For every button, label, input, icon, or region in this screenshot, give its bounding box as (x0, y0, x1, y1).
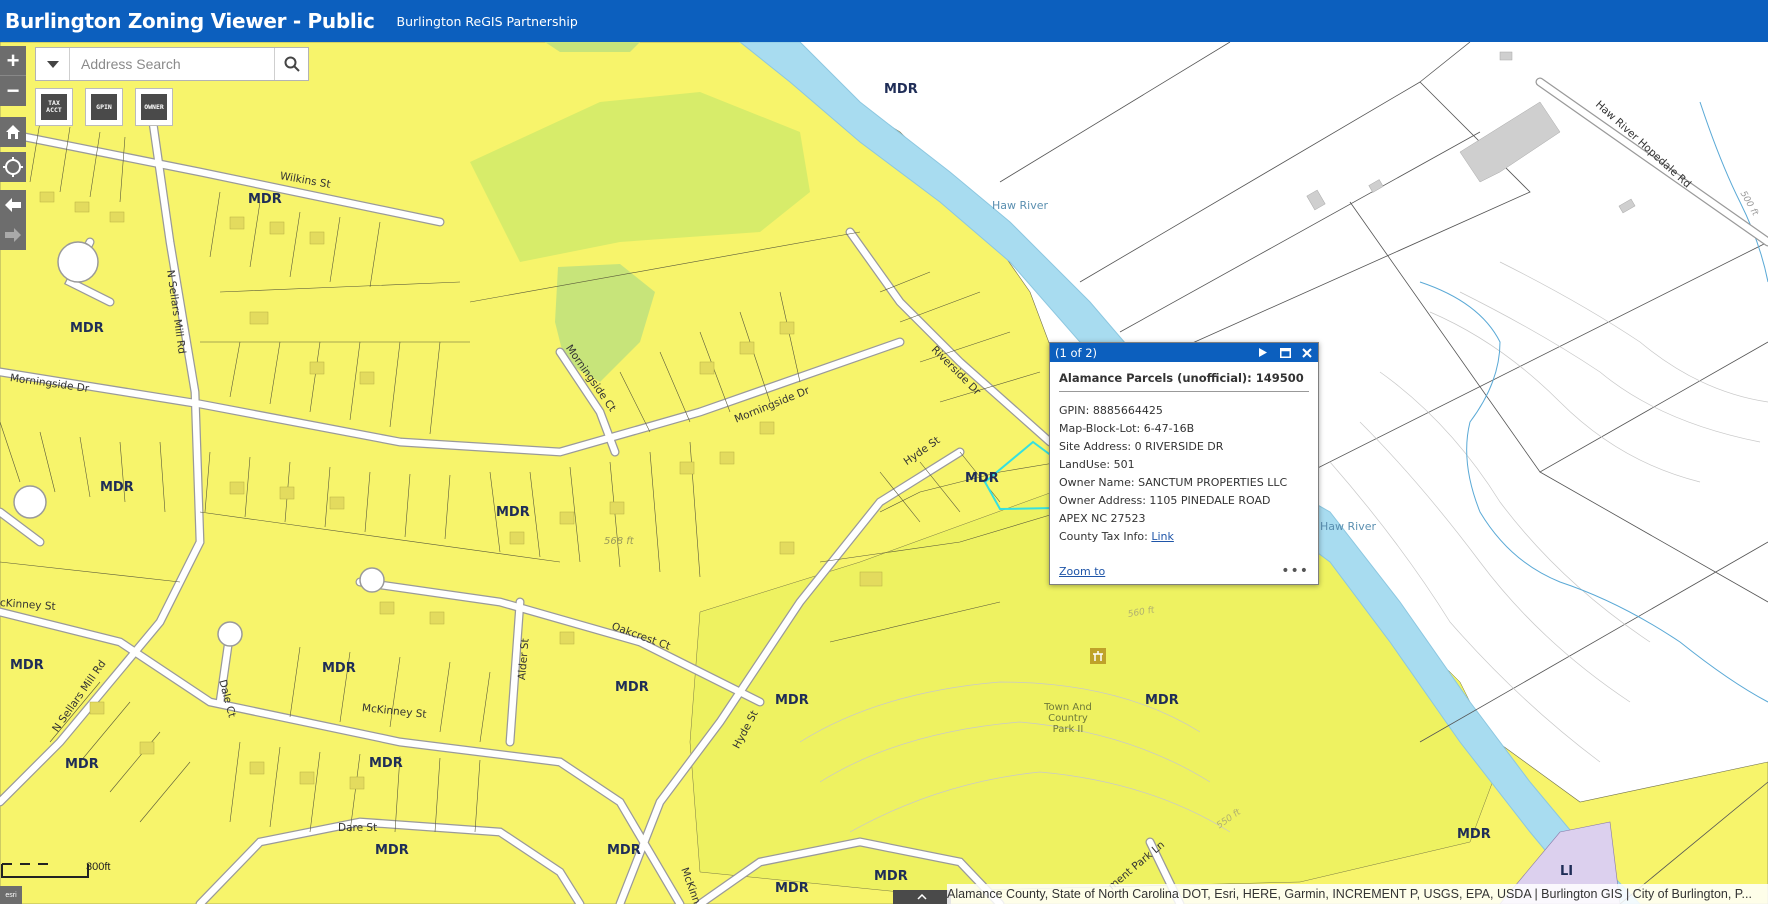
popup-tax-info-label: County Tax Info: (1059, 530, 1152, 543)
search-source-dropdown[interactable] (36, 48, 70, 80)
zone-label: MDR (100, 480, 134, 495)
street-label-dare: Dare St (338, 822, 378, 834)
popup-tax-info-link[interactable]: Link (1151, 530, 1174, 543)
next-extent-button[interactable] (0, 220, 26, 250)
popup-gpin: GPIN: 8885664425 (1059, 404, 1163, 417)
attribution-toggle[interactable] (893, 890, 951, 904)
popup-footer: Zoom to ••• (1059, 563, 1309, 579)
zone-label: MDR (874, 869, 908, 884)
close-icon (1302, 347, 1312, 358)
popup-next-button[interactable] (1252, 343, 1274, 362)
owner-badge: OWNER (141, 94, 167, 120)
zoom-in-button[interactable]: + (0, 46, 26, 76)
zone-label: MDR (70, 321, 104, 336)
zoom-out-button[interactable]: − (0, 76, 26, 106)
water-label-haw-river: Haw River (992, 199, 1049, 212)
zone-label: MDR (884, 82, 918, 97)
popup-site-address: Site Address: 0 RIVERSIDE DR (1059, 440, 1224, 453)
park-label: Town And Country Park II (1044, 702, 1092, 735)
zone-label: MDR (322, 661, 356, 676)
zone-label: MDR (775, 881, 809, 896)
park-icon (1090, 648, 1106, 664)
zone-label: MDR (496, 505, 530, 520)
arrow-left-icon (5, 198, 21, 212)
attribution-bar[interactable]: Alamance County, State of North Carolina… (947, 884, 1768, 904)
map-view[interactable]: MDR MDR MDR MDR MDR MDR MDR MDR MDR MDR … (0, 42, 1768, 904)
zone-label: MDR (1145, 693, 1179, 708)
zone-label: MDR (965, 471, 999, 486)
zone-label: MDR (1457, 827, 1491, 842)
popup-land-use: LandUse: 501 (1059, 458, 1135, 471)
popup-feature-count: (1 of 2) (1055, 345, 1098, 360)
tax-account-badge: TAX ACCT (41, 94, 67, 120)
zone-label: MDR (10, 658, 44, 673)
crosshair-icon (3, 157, 23, 177)
app-subtitle[interactable]: Burlington ReGIS Partnership (397, 14, 578, 29)
popup-map-block-lot: Map-Block-Lot: 6-47-16B (1059, 422, 1195, 435)
popup-header: (1 of 2) (1050, 343, 1318, 362)
stream (1419, 281, 1768, 703)
previous-extent-button[interactable] (0, 190, 26, 220)
zone-label: MDR (375, 843, 409, 858)
contour-label: 568 ft (604, 536, 634, 547)
popup-maximize-button[interactable] (1274, 343, 1296, 362)
popup-tax-info: County Tax Info: Link (1059, 528, 1309, 546)
esri-logo: esri (0, 886, 22, 904)
chevron-up-icon (917, 894, 927, 900)
basemap[interactable] (0, 42, 1768, 904)
arrow-right-icon (5, 228, 21, 242)
scale-label: 300ft (86, 861, 111, 873)
zone-label: MDR (248, 192, 282, 207)
zone-label: MDR (607, 843, 641, 858)
zone-label: MDR (369, 756, 403, 771)
zoom-controls: + − (0, 46, 26, 106)
popup-close-button[interactable] (1296, 343, 1318, 362)
popup-body: Alamance Parcels (unofficial): 149500 GP… (1050, 362, 1318, 546)
home-button[interactable] (0, 117, 26, 147)
green-patch-3 (545, 42, 640, 52)
gpin-badge: GPIN (91, 94, 117, 120)
stream-2 (1699, 101, 1768, 283)
search-icon (284, 56, 300, 72)
popup-title: Alamance Parcels (unofficial): 149500 (1059, 371, 1309, 392)
popup-more-button[interactable]: ••• (1281, 563, 1309, 579)
app-header: Burlington Zoning Viewer - Public Burlin… (0, 0, 1768, 42)
popup-owner-name: Owner Name: SANCTUM PROPERTIES LLC (1059, 476, 1288, 489)
zone-label: MDR (775, 693, 809, 708)
zone-label: LI (1560, 864, 1574, 879)
owner-search-button[interactable]: OWNER (135, 88, 173, 126)
zone-label: MDR (615, 680, 649, 695)
popup-owner-address: Owner Address: 1105 PINEDALE ROAD (1059, 494, 1271, 507)
search-button[interactable] (274, 48, 308, 80)
app-title: Burlington Zoning Viewer - Public (5, 9, 375, 33)
tax-account-search-button[interactable]: TAX ACCT (35, 88, 73, 126)
play-icon (1259, 348, 1267, 357)
address-search (35, 47, 309, 81)
maximize-icon (1279, 347, 1291, 358)
water-label-haw-river-2: Haw River (1320, 520, 1377, 533)
home-icon (6, 125, 20, 139)
feature-popup: (1 of 2) Alamance Parcels (unofficial): … (1049, 342, 1319, 585)
chevron-down-icon (46, 60, 59, 68)
locate-button[interactable] (0, 152, 26, 182)
search-input[interactable] (70, 48, 274, 80)
popup-owner-city: APEX NC 27523 (1059, 512, 1146, 525)
gpin-search-button[interactable]: GPIN (85, 88, 123, 126)
zone-label: MDR (65, 757, 99, 772)
popup-zoom-to-link[interactable]: Zoom to (1059, 565, 1105, 578)
